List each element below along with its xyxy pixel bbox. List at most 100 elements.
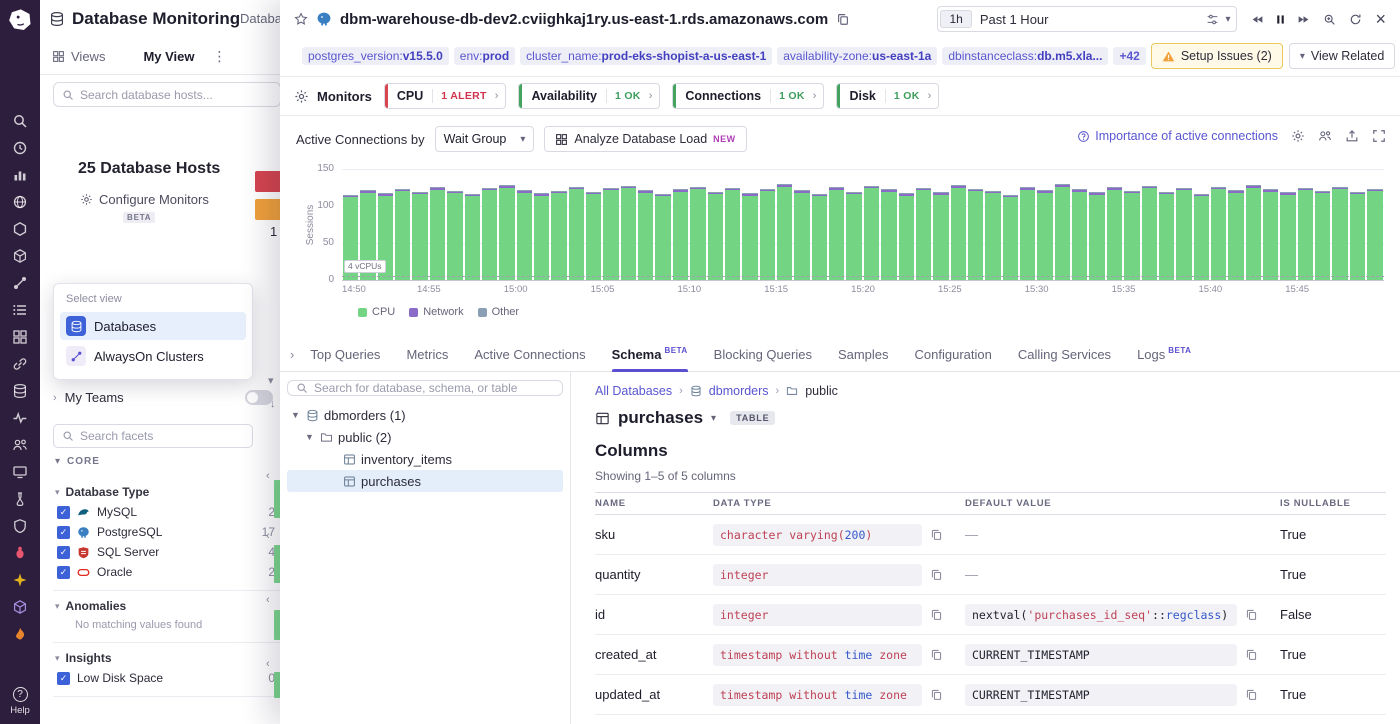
bar-49[interactable] [1194, 194, 1209, 280]
facet-group-header[interactable]: ▾Database Type [53, 482, 285, 502]
sidebar-cost-management-icon[interactable] [12, 626, 28, 642]
bar-55[interactable] [1298, 188, 1313, 280]
bar-19[interactable] [673, 189, 688, 280]
tag-cluster_name[interactable]: cluster_name:prod-eks-shopist-a-us-east-… [520, 47, 772, 65]
sidebar-dashboards-icon[interactable] [12, 167, 28, 183]
bar-45[interactable] [1124, 191, 1139, 280]
bar-13[interactable] [569, 187, 584, 280]
tag-env[interactable]: env:prod [454, 47, 515, 65]
export-icon[interactable] [1345, 129, 1359, 143]
bar-15[interactable] [603, 188, 618, 280]
time-filter-icon[interactable] [1206, 13, 1219, 26]
checkbox[interactable]: ✓ [57, 672, 70, 685]
sort-chevron-icon[interactable]: ▾ [268, 374, 274, 387]
checkbox[interactable]: ✓ [57, 526, 70, 539]
bar-21[interactable] [708, 192, 723, 280]
bar-51[interactable] [1228, 190, 1243, 280]
bar-56[interactable] [1315, 191, 1330, 280]
row-expander-icon[interactable]: ‹ [266, 530, 270, 542]
copy-default-value-button[interactable] [1245, 648, 1258, 661]
search-database-hosts[interactable] [53, 82, 281, 107]
monitor-pill-connections[interactable]: Connections1 OK› [672, 83, 824, 109]
facet-item-mysql[interactable]: ✓MySQL2 [53, 502, 285, 522]
monitor-pill-cpu[interactable]: CPU1 ALERT› [384, 83, 507, 109]
bar-22[interactable] [725, 188, 740, 280]
search-database-hosts-input[interactable] [80, 88, 272, 102]
bar-17[interactable] [638, 190, 653, 280]
sidebar-session-replay-icon[interactable] [12, 437, 28, 453]
bar-33[interactable] [916, 188, 931, 280]
search-facets[interactable] [53, 424, 253, 448]
copy-data-type-button[interactable] [930, 648, 943, 661]
tab-blocking-queries[interactable]: Blocking Queries [714, 338, 812, 372]
bar-54[interactable] [1280, 192, 1295, 280]
core-section-header[interactable]: ▾ CORE [55, 456, 100, 467]
bar-36[interactable] [968, 189, 983, 280]
bar-9[interactable] [499, 185, 514, 280]
my-teams-toggle[interactable] [245, 390, 273, 405]
sidebar-databases-icon[interactable] [12, 383, 28, 399]
close-panel-icon[interactable]: × [1375, 10, 1386, 28]
tab-metrics[interactable]: Metrics [406, 338, 448, 372]
bar-46[interactable] [1142, 186, 1157, 280]
bar-50[interactable] [1211, 187, 1226, 280]
bar-29[interactable] [846, 192, 861, 280]
tree-item-dbmorders[interactable]: ▼dbmorders (1) [287, 404, 563, 426]
bar-42[interactable] [1072, 189, 1087, 280]
bar-14[interactable] [586, 192, 601, 280]
copy-data-type-button[interactable] [930, 568, 943, 581]
tree-item-purchases[interactable]: purchases [287, 470, 563, 492]
tab-top-queries[interactable]: Top Queries [310, 338, 380, 372]
wait-group-select[interactable]: Wait Group ▾ [435, 126, 535, 152]
copy-data-type-button[interactable] [930, 608, 943, 621]
bar-5[interactable] [430, 187, 445, 280]
bar-23[interactable] [742, 193, 757, 280]
tab-schema[interactable]: SchemaBETA [612, 338, 688, 372]
sidebar-synthetics-icon[interactable] [12, 491, 28, 507]
facet-item-postgresql[interactable]: ✓PostgreSQL17 [53, 522, 285, 542]
tag-postgres_version[interactable]: postgres_version:v15.5.0 [302, 47, 449, 65]
chevron-down-icon[interactable]: ▾ [1225, 14, 1230, 25]
breadcrumb-database[interactable]: dbmorders [709, 384, 769, 398]
copy-data-type-button[interactable] [930, 688, 943, 701]
time-range-picker[interactable]: 1h Past 1 Hour ▾ [937, 6, 1237, 32]
bar-57[interactable] [1332, 187, 1347, 280]
bar-40[interactable] [1037, 190, 1052, 280]
view-related-button[interactable]: ▾ View Related [1289, 43, 1395, 69]
facet-group-header[interactable]: ▾Insights [53, 648, 285, 668]
schema-search-input[interactable] [314, 381, 554, 395]
collapse-panel-icon[interactable]: › [290, 347, 294, 362]
row-expander-icon[interactable]: ‹ [266, 658, 270, 670]
analyze-database-load-button[interactable]: Analyze Database Load NEW [544, 126, 746, 152]
bar-59[interactable] [1367, 189, 1382, 280]
favorite-star-icon[interactable] [294, 12, 308, 26]
select-view-option-alwayson-clusters[interactable]: AlwaysOn Clusters [60, 342, 246, 370]
facet-item-sql-server[interactable]: ✓SQL Server4 [53, 542, 285, 562]
facet-item-oracle[interactable]: ✓Oracle2 [53, 562, 285, 582]
bar-3[interactable] [395, 189, 410, 280]
bar-20[interactable] [690, 187, 705, 280]
bar-27[interactable] [812, 194, 827, 280]
sidebar-apm-icon[interactable] [12, 194, 28, 210]
sidebar-integrations-icon[interactable] [12, 248, 28, 264]
sidebar-search-icon[interactable] [12, 113, 28, 129]
bar-37[interactable] [985, 191, 1000, 280]
my-view-button[interactable]: My View [143, 49, 194, 64]
copy-default-value-button[interactable] [1245, 688, 1258, 701]
bar-7[interactable] [465, 194, 480, 280]
tab-configuration[interactable]: Configuration [915, 338, 992, 372]
skip-forward-icon[interactable] [1293, 9, 1313, 29]
zoom-in-icon[interactable] [1319, 9, 1339, 29]
sidebar-bits-ai-icon[interactable] [12, 572, 28, 588]
refresh-icon[interactable] [1345, 9, 1365, 29]
bar-10[interactable] [517, 190, 532, 280]
bar-44[interactable] [1107, 187, 1122, 280]
datadog-logo-icon[interactable] [7, 7, 33, 33]
bar-52[interactable] [1246, 185, 1261, 280]
tab-active-connections[interactable]: Active Connections [474, 338, 585, 372]
bar-38[interactable] [1003, 195, 1018, 280]
sidebar-service-connections-icon[interactable] [12, 356, 28, 372]
view-options-kebab-icon[interactable]: ⋮ [213, 48, 227, 65]
bar-25[interactable] [777, 184, 792, 280]
sidebar-metrics-icon[interactable] [12, 410, 28, 426]
